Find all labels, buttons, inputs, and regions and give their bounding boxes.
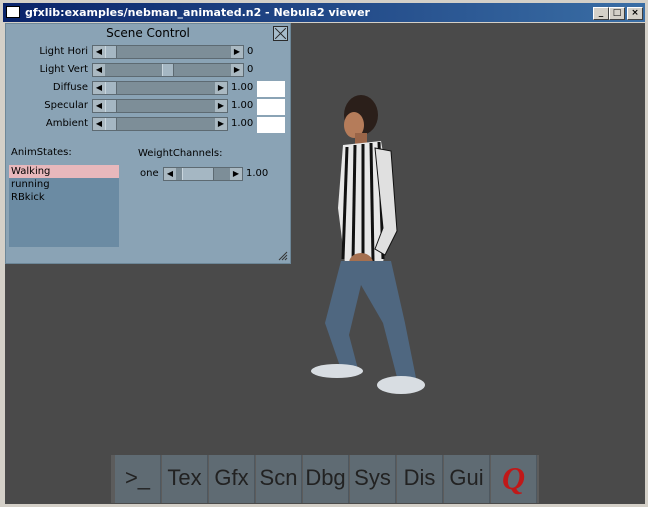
arrow-left-icon[interactable]: ◀ (93, 100, 105, 112)
maximize-button[interactable]: □ (609, 7, 625, 20)
title-bar[interactable]: gfxlib:examples/nebman_animated.n2 - Neb… (3, 3, 645, 22)
slider-row-ambient: Ambient ◀ ▶ 1.00 (6, 117, 290, 133)
app-icon (6, 6, 20, 18)
slider-track[interactable]: ◀ ▶ (92, 45, 244, 59)
slider-value: 1.00 (231, 118, 254, 129)
weight-channels-label: WeightChannels: (138, 148, 223, 159)
color-swatch[interactable] (257, 117, 285, 133)
arrow-right-icon[interactable]: ▶ (215, 82, 227, 94)
slider-thumb[interactable] (162, 64, 174, 76)
slider-row-light-hori: Light Hori ◀ ▶ 0 (6, 45, 290, 59)
scn-button[interactable]: Scn (256, 455, 302, 503)
slider-value: 0 (247, 64, 254, 75)
arrow-right-icon[interactable]: ▶ (231, 46, 243, 58)
minimize-button[interactable]: _ (593, 7, 609, 20)
slider-row-specular: Specular ◀ ▶ 1.00 (6, 99, 290, 115)
slider-thumb[interactable] (182, 168, 214, 180)
console-button[interactable]: >_ (115, 455, 161, 503)
gfx-button[interactable]: Gfx (209, 455, 255, 503)
debug-toolbar: >_ Tex Gfx Scn Dbg Sys Dis Gui Q (111, 455, 539, 503)
anim-states-label: AnimStates: (11, 147, 72, 158)
app-window: gfxlib:examples/nebman_animated.n2 - Neb… (0, 0, 648, 507)
panel-title[interactable]: Scene Control (6, 24, 290, 42)
arrow-right-icon[interactable]: ▶ (215, 118, 227, 130)
slider-track[interactable]: ◀ ▶ (92, 117, 228, 131)
arrow-right-icon[interactable]: ▶ (215, 100, 227, 112)
slider-track[interactable]: ◀ ▶ (92, 81, 228, 95)
slider-label: Ambient (45, 118, 88, 129)
close-icon[interactable] (273, 26, 288, 41)
slider-label: Diffuse (52, 82, 88, 93)
slider-label: Light Hori (39, 46, 88, 57)
slider-value: 0 (247, 46, 254, 57)
slider-label: Specular (44, 100, 88, 111)
arrow-right-icon[interactable]: ▶ (231, 64, 243, 76)
arrow-right-icon[interactable]: ▶ (230, 168, 242, 180)
slider-row-light-vert: Light Vert ◀ ▶ 0 (6, 63, 290, 77)
arrow-left-icon[interactable]: ◀ (93, 46, 105, 58)
slider-thumb[interactable] (105, 100, 117, 112)
slider-value: 1.00 (231, 100, 254, 111)
color-swatch[interactable] (257, 99, 285, 115)
weight-channel-slider[interactable]: ◀ ▶ (163, 167, 243, 181)
weight-channel-label: one (140, 168, 159, 179)
arrow-left-icon[interactable]: ◀ (164, 168, 176, 180)
slider-track[interactable]: ◀ ▶ (92, 63, 244, 77)
close-window-button[interactable]: × (627, 7, 643, 20)
tex-button[interactable]: Tex (162, 455, 208, 503)
slider-thumb[interactable] (105, 46, 117, 58)
resize-grip-icon[interactable] (278, 251, 288, 261)
slider-thumb[interactable] (105, 118, 117, 130)
dbg-button[interactable]: Dbg (303, 455, 349, 503)
window-title: gfxlib:examples/nebman_animated.n2 - Neb… (25, 6, 370, 19)
slider-value: 1.00 (231, 82, 254, 93)
gui-button[interactable]: Gui (444, 455, 490, 503)
weight-channel-value: 1.00 (246, 168, 269, 179)
arrow-left-icon[interactable]: ◀ (93, 64, 105, 76)
slider-label: Light Vert (39, 64, 88, 75)
list-item[interactable]: RBkick (9, 191, 119, 204)
arrow-left-icon[interactable]: ◀ (93, 118, 105, 130)
slider-thumb[interactable] (105, 82, 117, 94)
slider-track[interactable]: ◀ ▶ (92, 99, 228, 113)
scene-control-panel: Scene Control Light Hori ◀ ▶ 0 Light Vert ◀ ▶ 0… (5, 23, 291, 264)
sys-button[interactable]: Sys (350, 455, 396, 503)
slider-row-diffuse: Diffuse ◀ ▶ 1.00 (6, 81, 290, 97)
color-swatch[interactable] (257, 81, 285, 97)
arrow-left-icon[interactable]: ◀ (93, 82, 105, 94)
weight-channel-row: one ◀ ▶ 1.00 (6, 167, 290, 181)
3d-viewport[interactable]: Scene Control Light Hori ◀ ▶ 0 Light Vert ◀ ▶ 0… (5, 23, 645, 504)
dis-button[interactable]: Dis (397, 455, 443, 503)
quit-button[interactable]: Q (491, 455, 537, 503)
